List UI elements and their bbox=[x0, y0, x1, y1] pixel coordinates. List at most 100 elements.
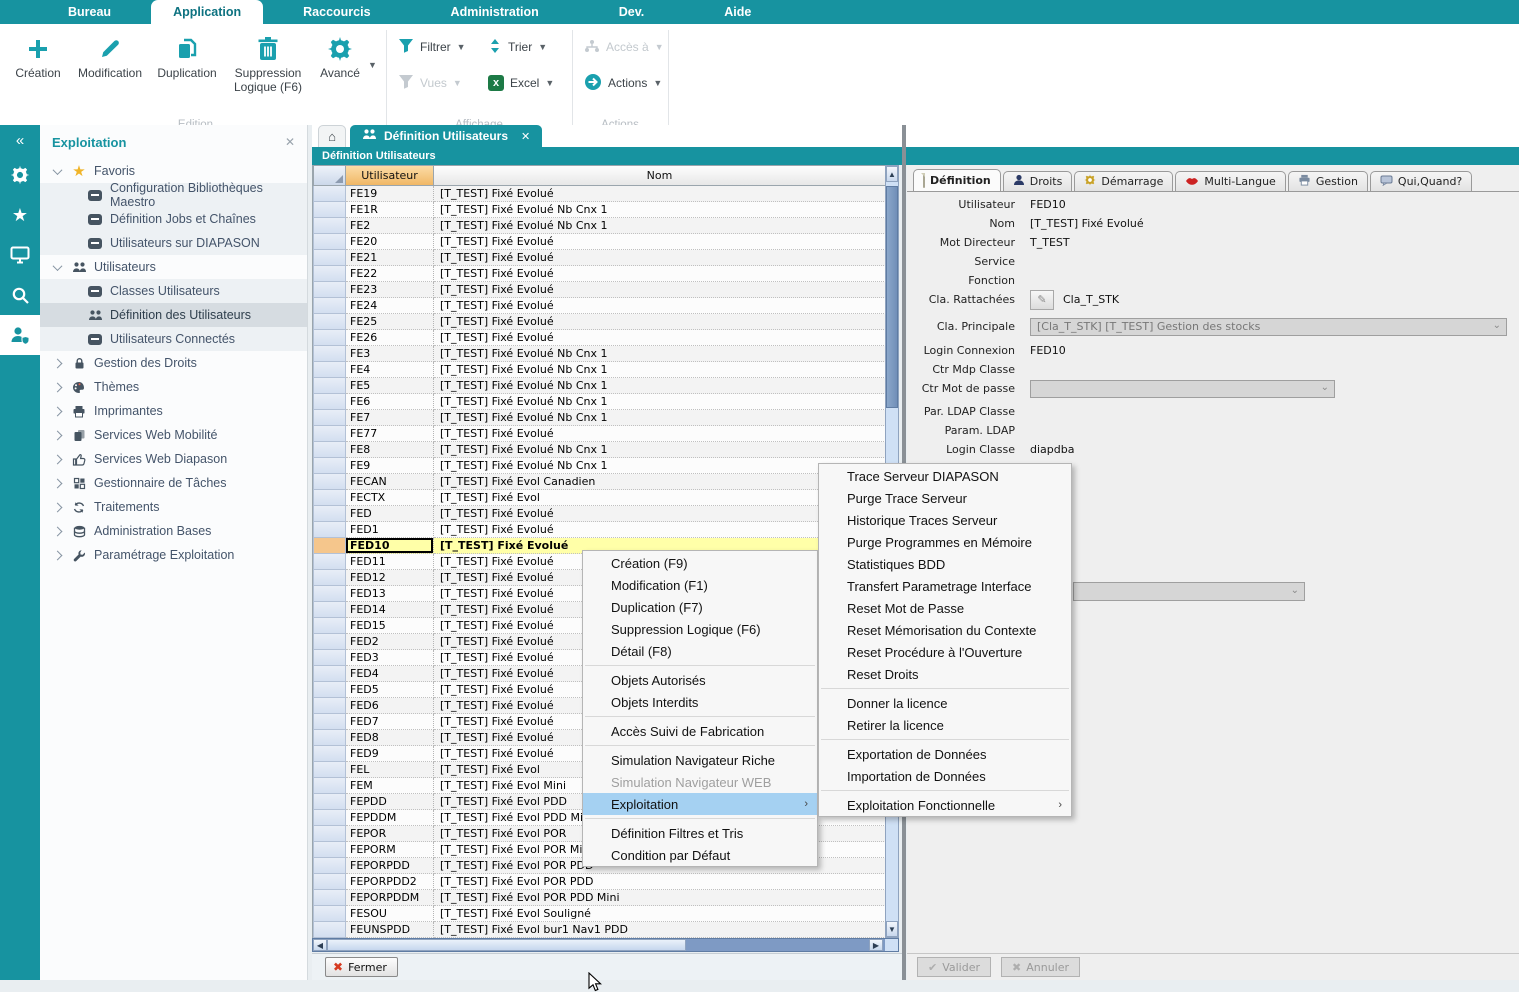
table-row[interactable]: FE7[T_TEST] Fixé Evolué Nb Cnx 1 bbox=[313, 410, 886, 426]
context-modification-f1[interactable]: Modification (F1) bbox=[583, 574, 817, 596]
submenu-statistiques-bdd[interactable]: Statistiques BDD bbox=[819, 553, 1071, 575]
fermer-button[interactable]: ✖ Fermer bbox=[325, 957, 398, 977]
table-row[interactable]: FE20[T_TEST] Fixé Evolué bbox=[313, 234, 886, 250]
cell-utilisateur[interactable]: FECTX bbox=[346, 490, 434, 506]
submenu-retirer-la-licence[interactable]: Retirer la licence bbox=[819, 714, 1071, 736]
menu-raccourcis[interactable]: Raccourcis bbox=[263, 0, 410, 24]
menu-administration[interactable]: Administration bbox=[411, 0, 579, 24]
modification-button[interactable]: Modification bbox=[70, 32, 150, 104]
row-selector[interactable] bbox=[313, 426, 346, 442]
cell-nom[interactable]: [T_TEST] Fixé Evolué Nb Cnx 1 bbox=[434, 378, 886, 394]
row-selector[interactable] bbox=[313, 250, 346, 266]
row-selector[interactable] bbox=[313, 570, 346, 586]
sidebar-item-gestion-des-droits[interactable]: Gestion des Droits bbox=[40, 351, 307, 375]
cell-nom[interactable]: [T_TEST] Fixé Evol POR PDD Mini bbox=[434, 890, 886, 906]
row-selector[interactable] bbox=[313, 490, 346, 506]
cell-utilisateur[interactable]: FE3 bbox=[346, 346, 434, 362]
table-row[interactable]: FE3[T_TEST] Fixé Evolué Nb Cnx 1 bbox=[313, 346, 886, 362]
row-selector[interactable] bbox=[313, 394, 346, 410]
cell-utilisateur[interactable]: FE9 bbox=[346, 458, 434, 474]
cell-nom[interactable]: [T_TEST] Fixé Evolué bbox=[434, 234, 886, 250]
table-row[interactable]: FE26[T_TEST] Fixé Evolué bbox=[313, 330, 886, 346]
trier-button[interactable]: Trier ▼ bbox=[488, 34, 547, 60]
chevron-closed-icon[interactable] bbox=[53, 550, 63, 560]
cell-utilisateur[interactable]: FE8 bbox=[346, 442, 434, 458]
submenu-exploitation-fonctionnelle[interactable]: Exploitation Fonctionnelle› bbox=[819, 794, 1071, 816]
row-selector[interactable] bbox=[313, 714, 346, 730]
tab-demarrage[interactable]: Démarrage bbox=[1074, 171, 1173, 191]
cell-nom[interactable]: [T_TEST] Fixé Evolué Nb Cnx 1 bbox=[434, 410, 886, 426]
cell-nom[interactable]: [T_TEST] Fixé Evolué bbox=[434, 330, 886, 346]
cell-nom[interactable]: [T_TEST] Fixé Evolué bbox=[434, 250, 886, 266]
sidebar-item-parametrage-exploitation[interactable]: Paramétrage Exploitation bbox=[40, 543, 307, 567]
scroll-left-icon[interactable]: ◀ bbox=[313, 939, 327, 951]
chevron-open-icon[interactable] bbox=[53, 261, 63, 271]
submenu-reset-droits[interactable]: Reset Droits bbox=[819, 663, 1071, 685]
context-definition-filtres-et-tris[interactable]: Définition Filtres et Tris bbox=[583, 822, 817, 844]
cell-nom[interactable]: [T_TEST] Fixé Evol POR PDD bbox=[434, 874, 886, 890]
chevron-closed-icon[interactable] bbox=[53, 430, 63, 440]
sidebar-item-services-web-diapason[interactable]: Services Web Diapason bbox=[40, 447, 307, 471]
cell-utilisateur[interactable]: FEPORPDD2 bbox=[346, 874, 434, 890]
cell-nom[interactable]: [T_TEST] Fixé Evolué Nb Cnx 1 bbox=[434, 362, 886, 378]
submenu-reset-mot-de-passe[interactable]: Reset Mot de Passe bbox=[819, 597, 1071, 619]
cell-nom[interactable]: [T_TEST] Fixé Evol Souligné bbox=[434, 906, 886, 922]
cell-utilisateur[interactable]: FEPORPDDM bbox=[346, 890, 434, 906]
sidebar-item-services-web-mobilite[interactable]: Services Web Mobilité bbox=[40, 423, 307, 447]
cell-utilisateur[interactable]: FE7 bbox=[346, 410, 434, 426]
sidebar-item-utilisateurs-sur-diapason[interactable]: Utilisateurs sur DIAPASON bbox=[40, 231, 307, 255]
cell-utilisateur[interactable]: FEPDDM bbox=[346, 810, 434, 826]
cell-utilisateur[interactable]: FED13 bbox=[346, 586, 434, 602]
sidebar-item-favoris[interactable]: ★Favoris bbox=[40, 159, 307, 183]
avance-button[interactable]: Avancé bbox=[314, 32, 366, 104]
cell-utilisateur[interactable]: FEPORM bbox=[346, 842, 434, 858]
row-selector[interactable] bbox=[313, 778, 346, 794]
field-select[interactable]: [Cla_T_STK] [T_TEST] Gestion des stocks⌄ bbox=[1030, 318, 1507, 336]
cell-nom[interactable]: [T_TEST] Fixé Evolué bbox=[434, 426, 886, 442]
context-detail-f8[interactable]: Détail (F8) bbox=[583, 640, 817, 662]
attach-class-button[interactable]: ✎ bbox=[1030, 290, 1054, 310]
user-rights-icon[interactable] bbox=[0, 315, 40, 355]
actions-button[interactable]: Actions ▼ bbox=[584, 70, 662, 96]
row-selector[interactable] bbox=[313, 282, 346, 298]
table-row[interactable]: FE24[T_TEST] Fixé Evolué bbox=[313, 298, 886, 314]
cell-utilisateur[interactable]: FE19 bbox=[346, 186, 434, 202]
cell-utilisateur[interactable]: FE1R bbox=[346, 202, 434, 218]
cell-nom[interactable]: [T_TEST] Fixé Evolué bbox=[434, 186, 886, 202]
cell-utilisateur[interactable]: FED6 bbox=[346, 698, 434, 714]
submenu-purge-programmes-en-memoire[interactable]: Purge Programmes en Mémoire bbox=[819, 531, 1071, 553]
cell-nom[interactable]: [T_TEST] Fixé Evolué bbox=[434, 314, 886, 330]
context-condition-par-defaut[interactable]: Condition par Défaut bbox=[583, 844, 817, 866]
row-selector[interactable] bbox=[313, 298, 346, 314]
table-row[interactable]: FECTX[T_TEST] Fixé Evol bbox=[313, 490, 886, 506]
table-row[interactable]: FE23[T_TEST] Fixé Evolué bbox=[313, 282, 886, 298]
cell-utilisateur[interactable]: FED bbox=[346, 506, 434, 522]
row-selector[interactable] bbox=[313, 810, 346, 826]
cell-nom[interactable]: [T_TEST] Fixé Evolué Nb Cnx 1 bbox=[434, 218, 886, 234]
column-header-utilisateur[interactable]: Utilisateur bbox=[346, 165, 434, 186]
sidebar-item-imprimantes[interactable]: Imprimantes bbox=[40, 399, 307, 423]
cell-utilisateur[interactable]: FEPDD bbox=[346, 794, 434, 810]
table-row[interactable]: FESOU[T_TEST] Fixé Evol Souligné bbox=[313, 906, 886, 922]
chevron-closed-icon[interactable] bbox=[53, 382, 63, 392]
cell-utilisateur[interactable]: FESOU bbox=[346, 906, 434, 922]
tab-close-icon[interactable]: ✕ bbox=[521, 130, 530, 143]
cell-nom[interactable]: [T_TEST] Fixé Evol bur1 Nav1 PDD bbox=[434, 922, 886, 938]
row-selector[interactable] bbox=[313, 858, 346, 874]
submenu-purge-trace-serveur[interactable]: Purge Trace Serveur bbox=[819, 487, 1071, 509]
row-selector[interactable] bbox=[313, 586, 346, 602]
suppression-button[interactable]: Suppression Logique (F6) bbox=[228, 32, 308, 104]
scroll-up-icon[interactable]: ▲ bbox=[886, 166, 898, 182]
sidebar-item-utilisateurs-connectes[interactable]: Utilisateurs Connectés bbox=[40, 327, 307, 351]
row-selector[interactable] bbox=[313, 666, 346, 682]
tab-gestion[interactable]: Gestion bbox=[1288, 171, 1368, 191]
cell-utilisateur[interactable]: FED3 bbox=[346, 650, 434, 666]
menu-aide[interactable]: Aide bbox=[684, 0, 791, 24]
excel-button[interactable]: x Excel ▼ bbox=[488, 70, 554, 96]
creation-button[interactable]: Création bbox=[10, 32, 66, 104]
close-icon[interactable]: ✕ bbox=[285, 135, 295, 149]
cell-nom[interactable]: [T_TEST] Fixé Evolué Nb Cnx 1 bbox=[434, 346, 886, 362]
row-selector[interactable] bbox=[313, 474, 346, 490]
filtrer-button[interactable]: Filtrer ▼ bbox=[398, 34, 466, 60]
row-selector[interactable] bbox=[313, 378, 346, 394]
